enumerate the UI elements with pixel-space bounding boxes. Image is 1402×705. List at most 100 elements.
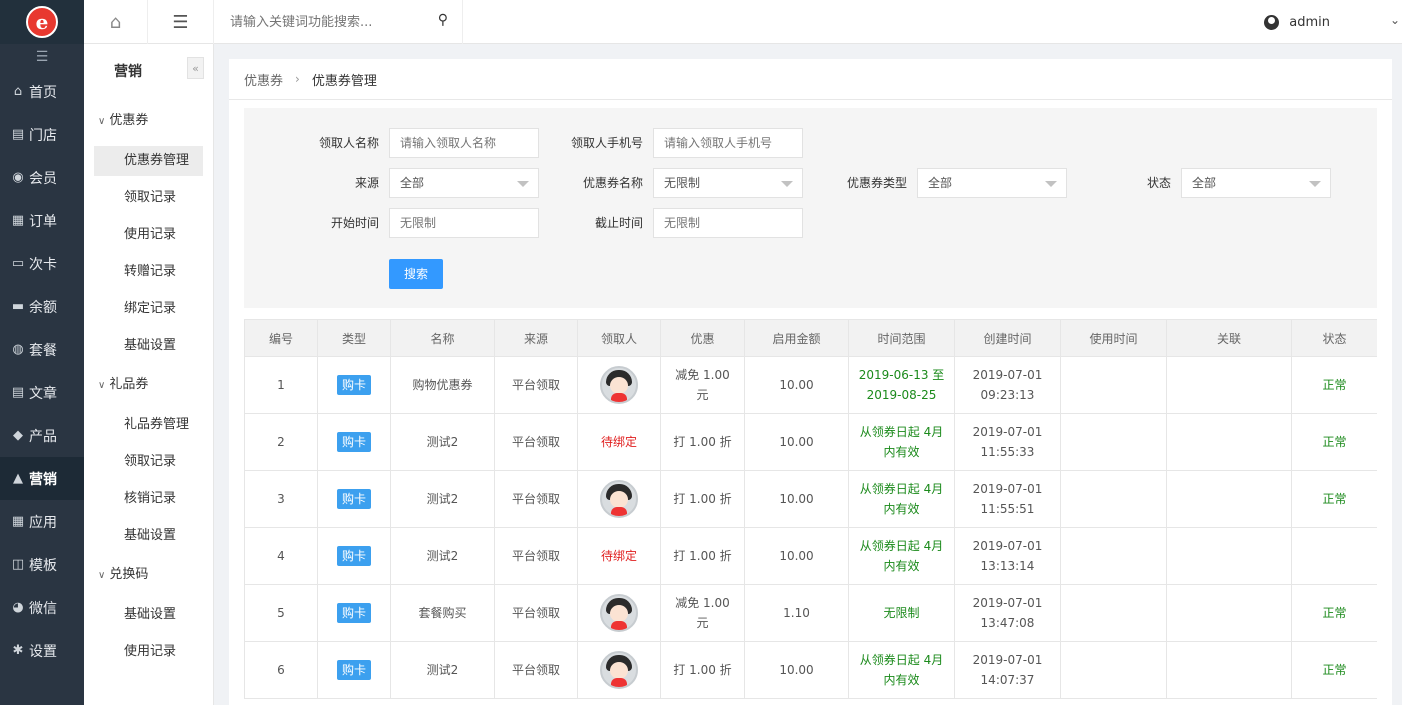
table-header-row: 编号 类型 名称 来源 领取人 优惠 启用金额 时间范围 创建时间 使用时间 关联 状态 [244, 319, 1377, 357]
filter-form: 领取人名称 领取人手机号 来源 全部 优惠券名称 无限制 优惠券类型 全部 状态… [244, 108, 1377, 308]
subnav-item-gift-manage[interactable]: 礼品券管理 [94, 410, 203, 440]
cell-created: 2019-07-01 13:47:08 [954, 584, 1061, 642]
avatar [600, 651, 638, 689]
chevron-down-icon[interactable]: ⌄ [1390, 13, 1400, 27]
nav-item-label: 产品 [29, 428, 57, 445]
cell-text: 正常 [1322, 663, 1347, 677]
cell-range: 从领券日起 4月 内有效 [848, 527, 955, 585]
cell-source: 平台领取 [494, 641, 578, 699]
coupon-table-wrapper: 编号 类型 名称 来源 领取人 优惠 启用金额 时间范围 创建时间 使用时间 关联 状态 1 购卡 购物优… [244, 319, 1377, 705]
template-icon: ◫ [11, 557, 25, 572]
breadcrumb-current: 优惠券管理 [311, 73, 377, 89]
cell-text: 从领券日起 4月 内有效 [859, 539, 944, 573]
cell-text: 3 [277, 492, 285, 506]
nav-item-home[interactable]: ⌂ 首页 [0, 70, 84, 113]
subnav-item-coupon-manage[interactable]: 优惠券管理 [94, 146, 203, 176]
subnav-item-gift-receive[interactable]: 领取记录 [94, 447, 203, 477]
receiver-phone-input[interactable] [653, 128, 803, 158]
nav-item-article[interactable]: ▤ 文章 [0, 371, 84, 414]
dropdown-arrow-icon [781, 181, 793, 187]
status-select[interactable]: 全部 [1181, 168, 1331, 198]
nav-item-card[interactable]: ▭ 次卡 [0, 242, 84, 285]
cell-id: 1 [244, 356, 318, 414]
receiver-name-input[interactable] [389, 128, 539, 158]
nav-collapse-icon[interactable]: ☰ [0, 44, 84, 70]
start-time-label: 开始时间 [330, 216, 379, 230]
menu-toggle-icon[interactable]: ☰ [148, 0, 214, 44]
cell-text: 减免 1.00 元 [675, 368, 730, 402]
breadcrumb-parent[interactable]: 优惠券 [244, 70, 283, 89]
source-select[interactable]: 全部 [389, 168, 539, 198]
app-logo[interactable]: e [0, 0, 84, 44]
column-header: 时间范围 [848, 319, 955, 357]
cell-text: 打 1.00 折 [673, 663, 732, 677]
cell-text: 平台领取 [511, 492, 560, 506]
subnav-item-coupon-settings[interactable]: 基础设置 [94, 331, 203, 361]
start-time-input[interactable] [389, 208, 539, 238]
group-redeem[interactable]: ∨ 兑换码 [98, 563, 148, 582]
nav-item-settings[interactable]: ✱ 设置 [0, 629, 84, 672]
subnav-item-gift-verify[interactable]: 核销记录 [94, 484, 203, 514]
cell-discount: 减免 1.00 元 [660, 584, 745, 642]
search-button[interactable]: 搜索 [389, 259, 443, 289]
column-header: 状态 [1291, 319, 1377, 357]
cell-text: 正常 [1322, 606, 1347, 620]
card-icon: ▭ [11, 256, 25, 271]
subnav-item-coupon-receive[interactable]: 领取记录 [94, 183, 203, 213]
group-gift[interactable]: ∨ 礼品券 [98, 373, 148, 392]
dropdown-arrow-icon [1309, 181, 1321, 187]
cell-text: 2019-07-01 14:07:37 [972, 653, 1043, 687]
cell-used [1060, 470, 1167, 528]
subnav-item-coupon-transfer[interactable]: 转赠记录 [94, 257, 203, 287]
avatar [600, 366, 638, 404]
cell-text: 平台领取 [511, 435, 560, 449]
group-coupon[interactable]: ∨ 优惠券 [98, 109, 148, 128]
type-tag: 购卡 [336, 432, 371, 452]
home-icon[interactable]: ⌂ [84, 0, 148, 44]
end-time-label: 截止时间 [594, 216, 643, 230]
user-icon [1264, 14, 1280, 30]
coupon-name-select[interactable]: 无限制 [653, 168, 803, 198]
nav-item-balance[interactable]: ▬ 余额 [0, 285, 84, 328]
nav-item-wechat[interactable]: ◕ 微信 [0, 586, 84, 629]
nav-item-product[interactable]: ◆ 产品 [0, 414, 84, 457]
nav-item-order[interactable]: ▦ 订单 [0, 199, 84, 242]
cell-receiver [577, 584, 661, 642]
cell-text: 10.00 [779, 549, 814, 563]
global-search-input[interactable] [230, 11, 430, 33]
cell-status: 正常 [1291, 641, 1377, 699]
subnav-item-coupon-use[interactable]: 使用记录 [94, 220, 203, 250]
cell-created: 2019-07-01 11:55:33 [954, 413, 1061, 471]
cell-text: 测试2 [426, 492, 459, 506]
end-time-input[interactable] [653, 208, 803, 238]
cell-text: 2019-07-01 11:55:33 [972, 425, 1043, 459]
cell-used [1060, 584, 1167, 642]
cell-text: 正常 [1322, 435, 1347, 449]
subnav-item-redeem-settings[interactable]: 基础设置 [94, 600, 203, 630]
subnav-item-coupon-bind[interactable]: 绑定记录 [94, 294, 203, 324]
cell-name: 购物优惠券 [390, 356, 495, 414]
nav-item-label: 设置 [29, 643, 57, 660]
subnav-item-redeem-use[interactable]: 使用记录 [94, 637, 203, 667]
fold-left-icon[interactable]: « [187, 57, 204, 79]
nav-item-label: 模板 [29, 557, 57, 574]
cell-text: 平台领取 [511, 606, 560, 620]
cell-discount: 打 1.00 折 [660, 641, 745, 699]
column-header: 使用时间 [1060, 319, 1167, 357]
user-menu[interactable]: admin [1264, 0, 1330, 44]
search-icon[interactable]: ⚲ [438, 12, 448, 28]
nav-item-member[interactable]: ◉ 会员 [0, 156, 84, 199]
nav-item-marketing[interactable]: ▲ 营销 [0, 457, 84, 500]
nav-item-package[interactable]: ◍ 套餐 [0, 328, 84, 371]
cell-link [1166, 413, 1292, 471]
coupon-type-select[interactable]: 全部 [917, 168, 1067, 198]
type-tag: 购卡 [336, 660, 371, 680]
nav-item-apps[interactable]: ▦ 应用 [0, 500, 84, 543]
cell-text: 1.10 [783, 606, 810, 620]
cell-text: 10.00 [779, 378, 814, 392]
subnav-item-gift-settings[interactable]: 基础设置 [94, 521, 203, 551]
nav-item-label: 会员 [29, 170, 57, 187]
nav-item-store[interactable]: ▤ 门店 [0, 113, 84, 156]
cell-text: 10.00 [779, 663, 814, 677]
nav-item-template[interactable]: ◫ 模板 [0, 543, 84, 586]
